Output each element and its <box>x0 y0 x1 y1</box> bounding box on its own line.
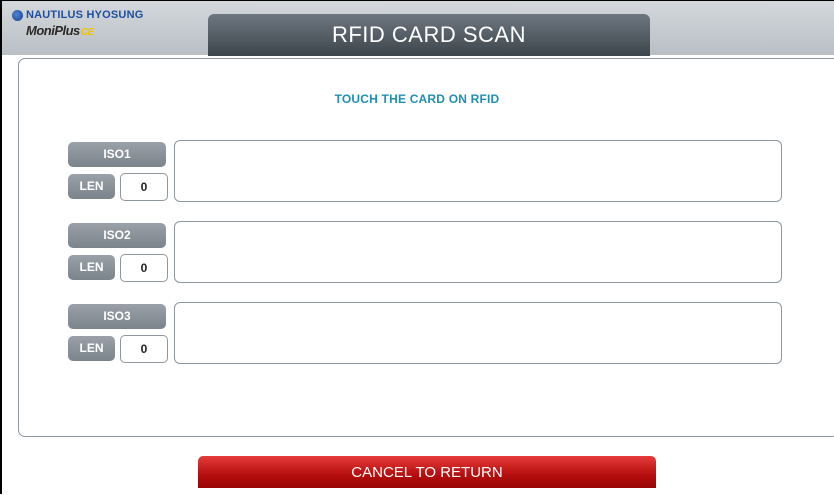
cancel-button[interactable]: CANCEL TO RETURN <box>198 456 656 488</box>
iso2-label: ISO2 <box>68 223 166 248</box>
track-iso1: ISO1 LEN 0 <box>68 140 782 202</box>
iso3-data-field <box>174 302 782 364</box>
iso1-label: ISO1 <box>68 142 166 167</box>
iso1-data-field <box>174 140 782 202</box>
iso3-len-label: LEN <box>68 336 115 361</box>
iso1-len-label: LEN <box>68 174 115 199</box>
product-name: MoniPlus <box>26 23 80 38</box>
track-iso3: ISO3 LEN 0 <box>68 302 782 364</box>
iso3-label: ISO3 <box>68 304 166 329</box>
iso2-len-label: LEN <box>68 255 115 280</box>
iso1-len-value: 0 <box>120 173 168 201</box>
product-suffix: CE <box>80 27 94 38</box>
brand-logo: NAUTILUS HYOSUNG MoniPlusCE <box>12 9 192 49</box>
globe-icon <box>12 9 23 21</box>
track-iso2: ISO2 LEN 0 <box>68 221 782 283</box>
iso2-len-value: 0 <box>120 254 168 282</box>
iso2-data-field <box>174 221 782 283</box>
brand-name: NAUTILUS HYOSUNG <box>26 9 144 21</box>
instruction-text: TOUCH THE CARD ON RFID <box>334 92 500 106</box>
page-title: RFID CARD SCAN <box>208 14 650 56</box>
iso3-len-value: 0 <box>120 335 168 363</box>
